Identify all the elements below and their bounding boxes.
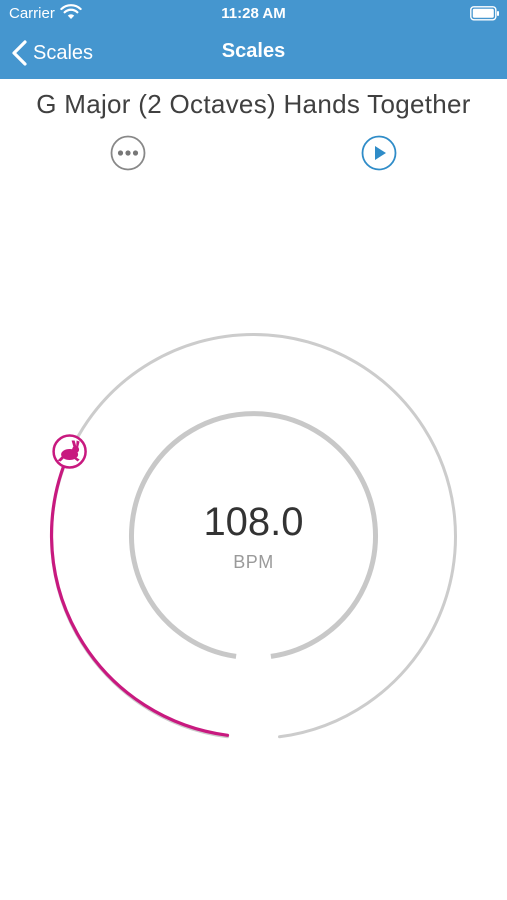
tempo-value: 108.0 [203,500,304,544]
back-button[interactable]: Scales [10,38,93,68]
play-icon[interactable] [361,135,397,171]
back-button-label: Scales [33,41,94,64]
tempo-unit-label: BPM [233,552,274,572]
tempo-dial [49,333,457,739]
battery-icon [470,6,499,21]
chevron-left-icon [12,40,27,66]
navigation-bar: Scales Scales [0,28,507,79]
more-options-icon[interactable] [110,135,146,171]
screen: Carrier 11:28 AM Scales Scales G Major (… [0,0,507,900]
tempo-dial-handle[interactable] [52,434,87,469]
exercise-title: G Major (2 Octaves) Hands Together [36,89,471,119]
header: Carrier 11:28 AM Scales Scales [0,0,507,79]
tempo-progress-arc [49,449,230,737]
status-time: 11:28 AM [221,5,286,22]
status-bar: Carrier 11:28 AM [0,0,507,28]
